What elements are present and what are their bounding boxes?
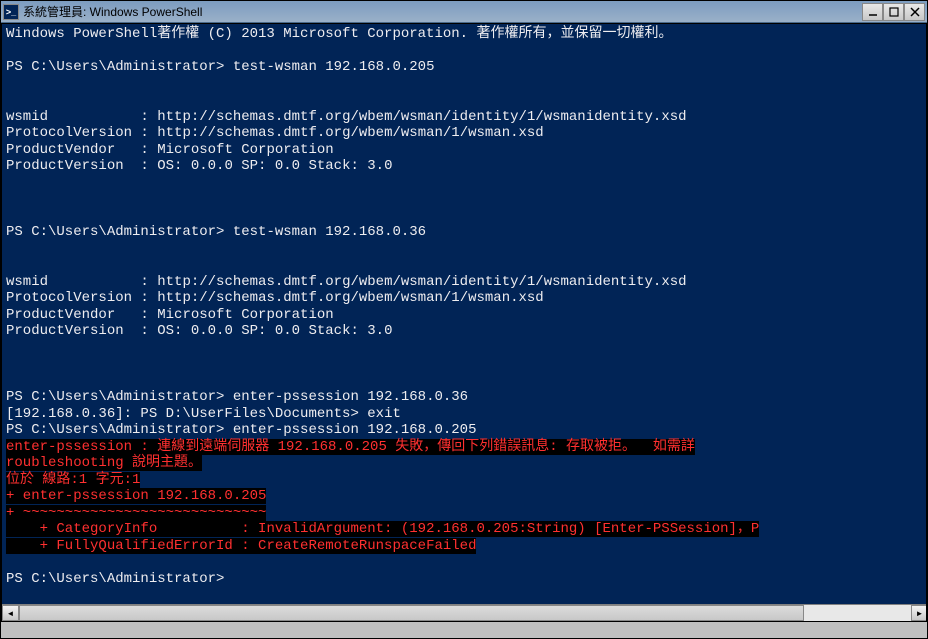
output-label: ProductVersion xyxy=(6,323,124,339)
error-line: 位於 線路:1 字元:1 xyxy=(6,472,140,488)
nested-prompt: [192.168.0.36]: PS D:\UserFiles\Document… xyxy=(6,406,359,422)
error-line: + CategoryInfo : InvalidArgument: (192.1… xyxy=(6,521,759,537)
error-line: enter-pssession : 連線到遠端伺服器 192.168.0.205… xyxy=(6,439,695,455)
output-label: ProductVersion xyxy=(6,158,124,174)
output-label: wsmid xyxy=(6,274,48,290)
terminal-viewport[interactable]: Windows PowerShell著作權 (C) 2013 Microsoft… xyxy=(1,23,927,622)
horizontal-scrollbar[interactable]: ◄ ► xyxy=(2,604,927,621)
prompt: PS C:\Users\Administrator> xyxy=(6,59,224,75)
output-value: http://schemas.dmtf.org/wbem/wsman/ident… xyxy=(157,274,686,290)
prompt: PS C:\Users\Administrator> xyxy=(6,389,224,405)
output-value: Microsoft Corporation xyxy=(157,307,333,323)
output-label: ProductVendor xyxy=(6,142,115,158)
output-value: OS: 0.0.0 SP: 0.0 Stack: 3.0 xyxy=(157,158,392,174)
output-value: http://schemas.dmtf.org/wbem/wsman/1/wsm… xyxy=(157,290,543,306)
command-input: test-wsman 192.168.0.205 xyxy=(233,59,435,75)
terminal-output[interactable]: Windows PowerShell著作權 (C) 2013 Microsoft… xyxy=(2,24,926,621)
scroll-left-button[interactable]: ◄ xyxy=(2,605,19,621)
output-value: http://schemas.dmtf.org/wbem/wsman/ident… xyxy=(157,109,686,125)
error-line: + ~~~~~~~~~~~~~~~~~~~~~~~~~~~~~ xyxy=(6,505,266,521)
output-value: http://schemas.dmtf.org/wbem/wsman/1/wsm… xyxy=(157,125,543,141)
command-input: enter-pssession 192.168.0.36 xyxy=(233,389,468,405)
error-line: roubleshooting 說明主題。 xyxy=(6,455,202,471)
output-label: ProtocolVersion xyxy=(6,290,132,306)
scroll-right-button[interactable]: ► xyxy=(911,605,927,621)
output-label: ProtocolVersion xyxy=(6,125,132,141)
output-label: ProductVendor xyxy=(6,307,115,323)
window-titlebar: >_ 系統管理員: Windows PowerShell xyxy=(1,1,927,23)
prompt: PS C:\Users\Administrator> xyxy=(6,224,224,240)
prompt: PS C:\Users\Administrator> xyxy=(6,422,224,438)
output-value: OS: 0.0.0 SP: 0.0 Stack: 3.0 xyxy=(157,323,392,339)
command-input: enter-pssession 192.168.0.205 xyxy=(233,422,477,438)
prompt: PS C:\Users\Administrator> xyxy=(6,571,224,587)
window-title: 系統管理員: Windows PowerShell xyxy=(23,3,862,20)
output-label: wsmid xyxy=(6,109,48,125)
minimize-button[interactable] xyxy=(862,3,883,21)
maximize-button[interactable] xyxy=(883,3,904,21)
error-line: + FullyQualifiedErrorId : CreateRemoteRu… xyxy=(6,538,476,554)
scroll-thumb[interactable] xyxy=(19,605,804,621)
output-value: Microsoft Corporation xyxy=(157,142,333,158)
powershell-icon: >_ xyxy=(3,4,19,20)
command-input: exit xyxy=(367,406,401,422)
close-button[interactable] xyxy=(904,3,925,21)
command-input: test-wsman 192.168.0.36 xyxy=(233,224,426,240)
copyright-line: Windows PowerShell著作權 (C) 2013 Microsoft… xyxy=(6,26,672,42)
error-line: + enter-pssession 192.168.0.205 xyxy=(6,488,266,504)
scroll-track[interactable] xyxy=(19,605,911,621)
